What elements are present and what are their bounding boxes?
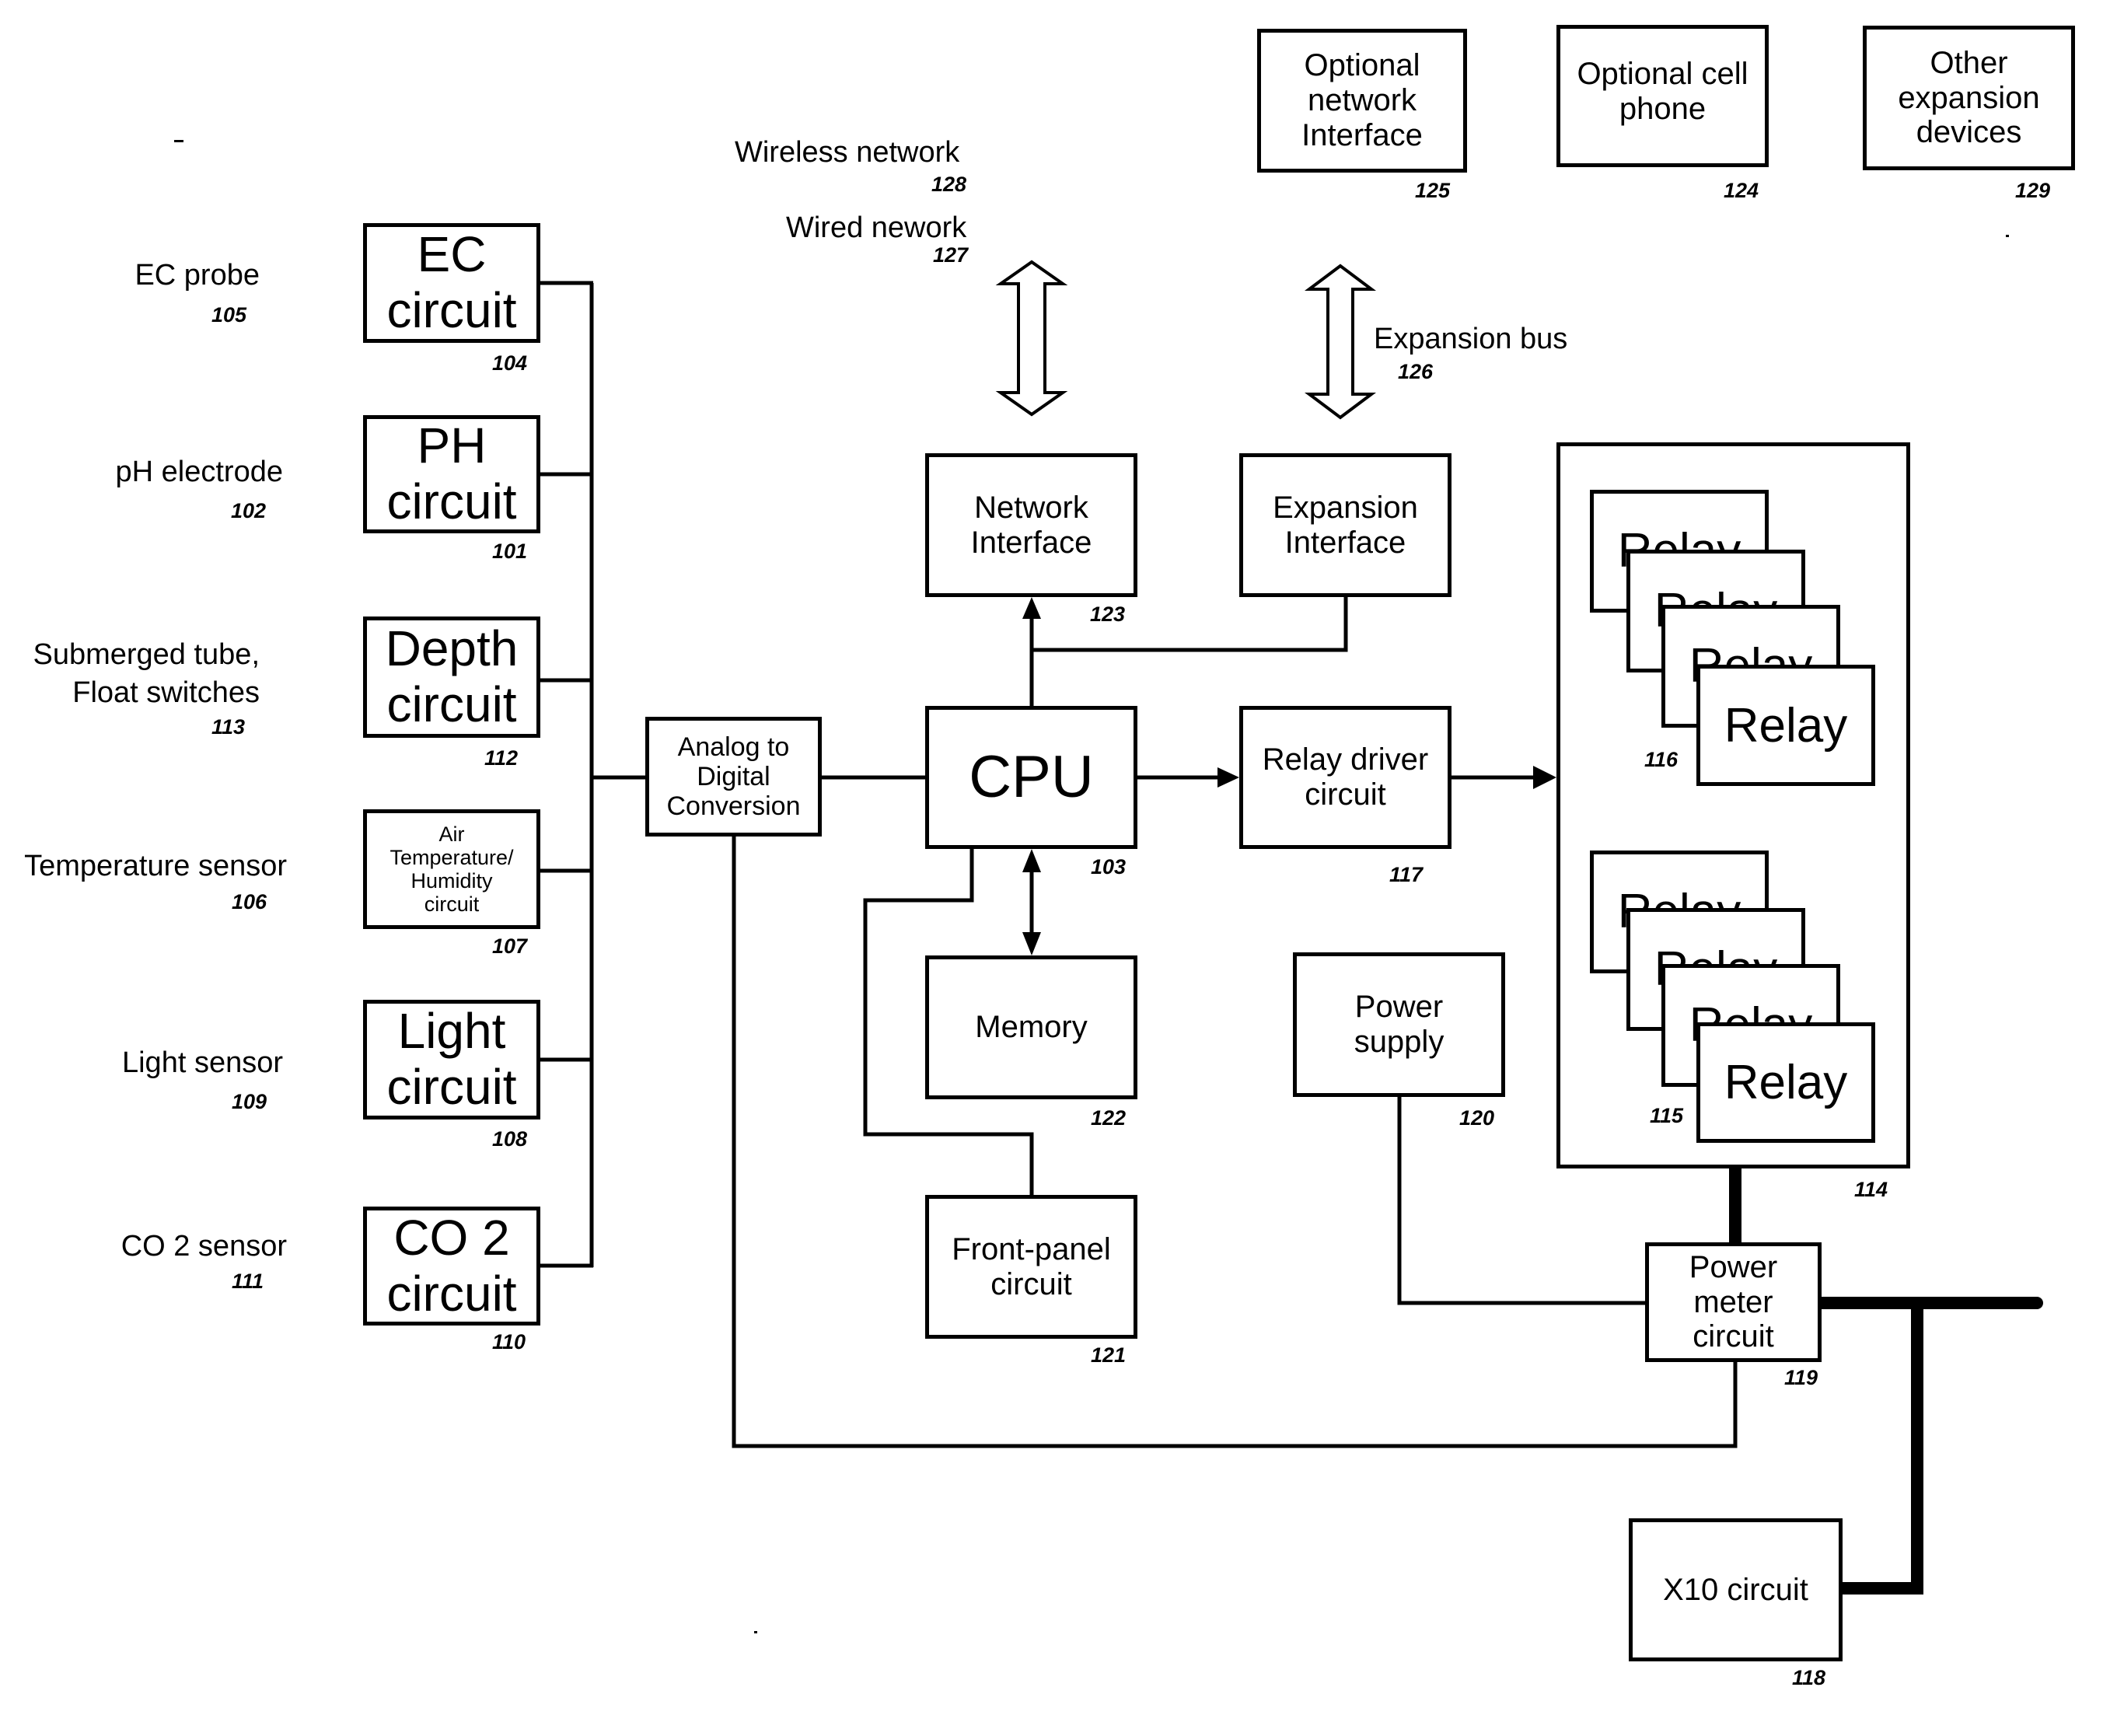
sensor-label-temperature: Temperature sensor [24, 850, 287, 882]
co2-circuit-box: CO 2 circuit [363, 1207, 540, 1326]
x10-circuit-box: X10 circuit [1629, 1518, 1843, 1661]
relay-label: Relay [1724, 698, 1848, 753]
adc-box: Analog to Digital Conversion [645, 717, 822, 837]
sensor-label-ph-electrode: pH electrode [115, 456, 283, 488]
co2-circuit-label: CO 2 circuit [386, 1209, 517, 1322]
scan-speck [174, 140, 183, 142]
expansion-bus-double-arrow [1305, 264, 1376, 420]
ref-109: 109 [232, 1090, 267, 1113]
wired-network-label: Wired nework [786, 211, 967, 244]
other-expansion-devices-box: Other expansion devices [1863, 26, 2075, 170]
cpu-to-expansion [1032, 597, 1348, 652]
ref-125: 125 [1415, 179, 1451, 202]
expansion-interface-box: Expansion Interface [1239, 453, 1451, 597]
ref-129: 129 [2015, 179, 2051, 202]
ref-121: 121 [1091, 1343, 1127, 1367]
x10-power-link [1843, 1303, 1923, 1595]
power-supply-box: Power supply [1293, 952, 1505, 1097]
network-double-arrow [995, 260, 1068, 417]
ref-120: 120 [1459, 1106, 1495, 1130]
cpu-label: CPU [969, 744, 1094, 811]
optional-network-interface-box: Optional network Interface [1257, 29, 1467, 173]
arrow-right-relay-driver [1217, 767, 1239, 788]
air-temp-humidity-circuit-box: Air Temperature/ Humidity circuit [363, 809, 540, 929]
sensor-label-ec-probe: EC probe [134, 259, 260, 292]
expansion-interface-label: Expansion Interface [1273, 490, 1418, 560]
ref-101: 101 [492, 540, 528, 563]
other-expansion-devices-label: Other expansion devices [1898, 45, 2040, 150]
arrow-right-relay-bank [1533, 766, 1556, 789]
sensor-label-co2: CO 2 sensor [121, 1230, 287, 1263]
scan-speck [2006, 235, 2009, 237]
power-meter-label: Power meter circuit [1689, 1249, 1778, 1354]
arrow-down-memory [1022, 932, 1041, 955]
ec-circuit-label: EC circuit [386, 226, 517, 338]
optional-network-interface-label: Optional network Interface [1301, 48, 1423, 152]
adc-label: Analog to Digital Conversion [666, 732, 801, 822]
ref-111: 111 [232, 1270, 264, 1293]
ref-119: 119 [1784, 1366, 1818, 1389]
ref-103: 103 [1091, 855, 1127, 878]
ref-108: 108 [492, 1127, 528, 1151]
memory-label: Memory [975, 1010, 1088, 1045]
depth-circuit-box: Depth circuit [363, 617, 540, 738]
light-circuit-box: Light circuit [363, 1000, 540, 1119]
optional-cell-phone-box: Optional cell phone [1556, 25, 1769, 167]
ref-128: 128 [931, 173, 967, 196]
ref-118: 118 [1792, 1666, 1826, 1689]
ref-112: 112 [484, 746, 519, 770]
ref-113: 113 [211, 715, 246, 739]
memory-box: Memory [925, 955, 1137, 1099]
network-interface-box: Network Interface [925, 453, 1137, 597]
ref-127: 127 [933, 243, 969, 267]
ref-124: 124 [1724, 179, 1759, 202]
ref-116: 116 [1644, 748, 1679, 771]
ph-circuit-label: PH circuit [386, 417, 517, 529]
ref-126: 126 [1398, 360, 1434, 383]
x10-circuit-label: X10 circuit [1663, 1572, 1808, 1607]
arrow-up-cpu [1022, 849, 1041, 872]
wireless-network-label: Wireless network [735, 136, 960, 169]
scan-speck [754, 1631, 757, 1633]
air-temp-humidity-circuit-label: Air Temperature/ Humidity circuit [390, 822, 514, 917]
relay-driver-label: Relay driver circuit [1262, 742, 1429, 812]
sensor-label-light: Light sensor [121, 1046, 283, 1079]
ref-122: 122 [1091, 1106, 1127, 1130]
ref-110: 110 [492, 1330, 526, 1354]
relay-b4: Relay [1696, 1022, 1875, 1143]
power-meter-box: Power meter circuit [1645, 1242, 1822, 1362]
ref-105: 105 [211, 303, 247, 327]
light-circuit-label: Light circuit [386, 1003, 517, 1115]
sensor-label-submerged-tube: Submerged tube, Float switches [33, 638, 260, 710]
arrow-up-network [1022, 597, 1041, 619]
ref-114: 114 [1854, 1178, 1888, 1201]
ref-117: 117 [1389, 863, 1424, 886]
relay-driver-box: Relay driver circuit [1239, 706, 1451, 849]
cpu-box: CPU [925, 706, 1137, 849]
network-interface-label: Network Interface [970, 490, 1092, 560]
optional-cell-phone-label: Optional cell phone [1577, 57, 1748, 126]
depth-circuit-label: Depth circuit [385, 620, 519, 732]
ref-106: 106 [232, 890, 267, 913]
ref-115: 115 [1650, 1104, 1684, 1127]
ref-104: 104 [492, 351, 528, 375]
power-supply-label: Power supply [1354, 990, 1445, 1059]
ref-123: 123 [1090, 603, 1126, 626]
ref-107: 107 [492, 934, 528, 958]
relay-a4: Relay [1696, 665, 1875, 786]
ph-circuit-box: PH circuit [363, 415, 540, 533]
expansion-bus-label: Expansion bus [1374, 323, 1568, 355]
relay-label: Relay [1724, 1056, 1848, 1109]
ref-102: 102 [231, 499, 267, 522]
front-panel-label: Front-panel circuit [952, 1231, 1111, 1301]
ec-circuit-box: EC circuit [363, 223, 540, 343]
front-panel-box: Front-panel circuit [925, 1195, 1137, 1339]
